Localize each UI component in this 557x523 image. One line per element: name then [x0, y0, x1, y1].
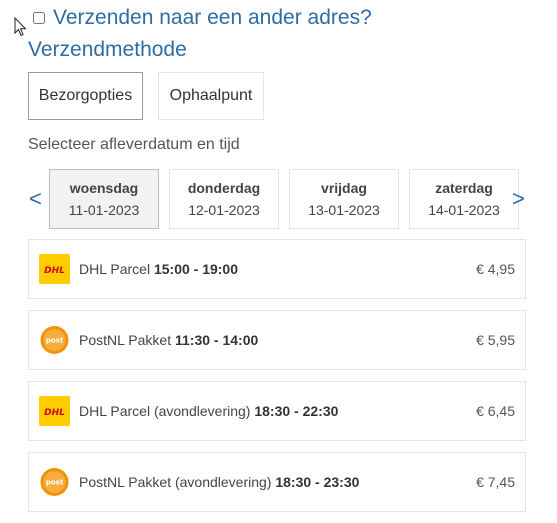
next-days-arrow-icon[interactable]: > — [512, 186, 525, 212]
delivery-price: € 5,95 — [476, 332, 515, 348]
carrier-service: DHL Parcel (avondlevering) — [79, 403, 251, 419]
carrier-service: PostNL Pakket — [79, 332, 172, 348]
delivery-option-row[interactable]: DHL DHL Parcel 15:00 - 19:00 € 4,95 — [28, 239, 526, 299]
delivery-option-description: DHL Parcel (avondlevering) 18:30 - 22:30 — [79, 403, 338, 419]
day-name: woensdag — [69, 180, 139, 196]
delivery-time-window: 15:00 - 19:00 — [153, 261, 239, 277]
svg-text:DHL: DHL — [44, 266, 65, 276]
tab-pickup-point[interactable]: Ophaalpunt — [158, 72, 264, 120]
delivery-price: € 7,45 — [476, 474, 515, 490]
previous-days-arrow-icon[interactable]: < — [29, 186, 42, 212]
delivery-time-window: 18:30 - 22:30 — [254, 403, 339, 419]
delivery-option-row[interactable]: post PostNL Pakket (avondlevering) 18:30… — [28, 452, 526, 512]
day-name: zaterdag — [435, 180, 493, 196]
day-name: donderdag — [187, 180, 261, 196]
tab-delivery-options[interactable]: Bezorgopties — [28, 72, 143, 120]
day-date: 14-01-2023 — [428, 202, 500, 218]
delivery-option-description: PostNL Pakket (avondlevering) 18:30 - 23… — [79, 474, 359, 490]
dhl-logo-icon: DHL — [39, 396, 70, 426]
tab-delivery-options-label: Bezorgopties — [38, 87, 133, 104]
delivery-option-row[interactable]: post PostNL Pakket 11:30 - 14:00 € 5,95 — [28, 310, 526, 370]
carrier-service: PostNL Pakket (avondlevering) — [79, 474, 272, 490]
day-date: 13-01-2023 — [308, 202, 380, 218]
ship-to-other-address-checkbox[interactable] — [33, 12, 45, 24]
delivery-time-window: 11:30 - 14:00 — [174, 332, 259, 348]
delivery-price: € 4,95 — [476, 261, 515, 277]
ship-to-other-address-label[interactable]: Verzenden naar een ander adres? — [53, 6, 372, 30]
postnl-logo-icon: post — [39, 467, 70, 497]
delivery-option-row[interactable]: DHL DHL Parcel (avondlevering) 18:30 - 2… — [28, 381, 526, 441]
delivery-option-description: DHL Parcel 15:00 - 19:00 — [79, 261, 238, 277]
tab-pickup-point-label: Ophaalpunt — [169, 87, 253, 104]
day-option[interactable]: zaterdag 14-01-2023 — [409, 169, 519, 229]
select-delivery-date-label: Selecteer afleverdatum en tijd — [28, 136, 240, 153]
delivery-time-window: 18:30 - 23:30 — [275, 474, 360, 490]
ship-to-other-address-row[interactable]: Verzenden naar een ander adres? — [33, 6, 372, 30]
day-option[interactable]: donderdag 12-01-2023 — [169, 169, 279, 229]
svg-text:post: post — [46, 479, 64, 487]
day-date: 11-01-2023 — [68, 202, 140, 218]
dhl-logo-icon: DHL — [39, 254, 70, 284]
svg-text:DHL: DHL — [44, 408, 65, 418]
delivery-price: € 6,45 — [476, 403, 515, 419]
day-date: 12-01-2023 — [188, 202, 260, 218]
svg-text:post: post — [46, 337, 64, 345]
delivery-option-description: PostNL Pakket 11:30 - 14:00 — [79, 332, 258, 348]
day-option[interactable]: woensdag 11-01-2023 — [49, 169, 159, 229]
mouse-cursor-icon — [14, 17, 27, 37]
shipping-method-title: Verzendmethode — [28, 38, 187, 61]
carrier-service: DHL Parcel — [79, 261, 151, 277]
postnl-logo-icon: post — [39, 325, 70, 355]
day-name: vrijdag — [321, 180, 367, 196]
day-option[interactable]: vrijdag 13-01-2023 — [289, 169, 399, 229]
